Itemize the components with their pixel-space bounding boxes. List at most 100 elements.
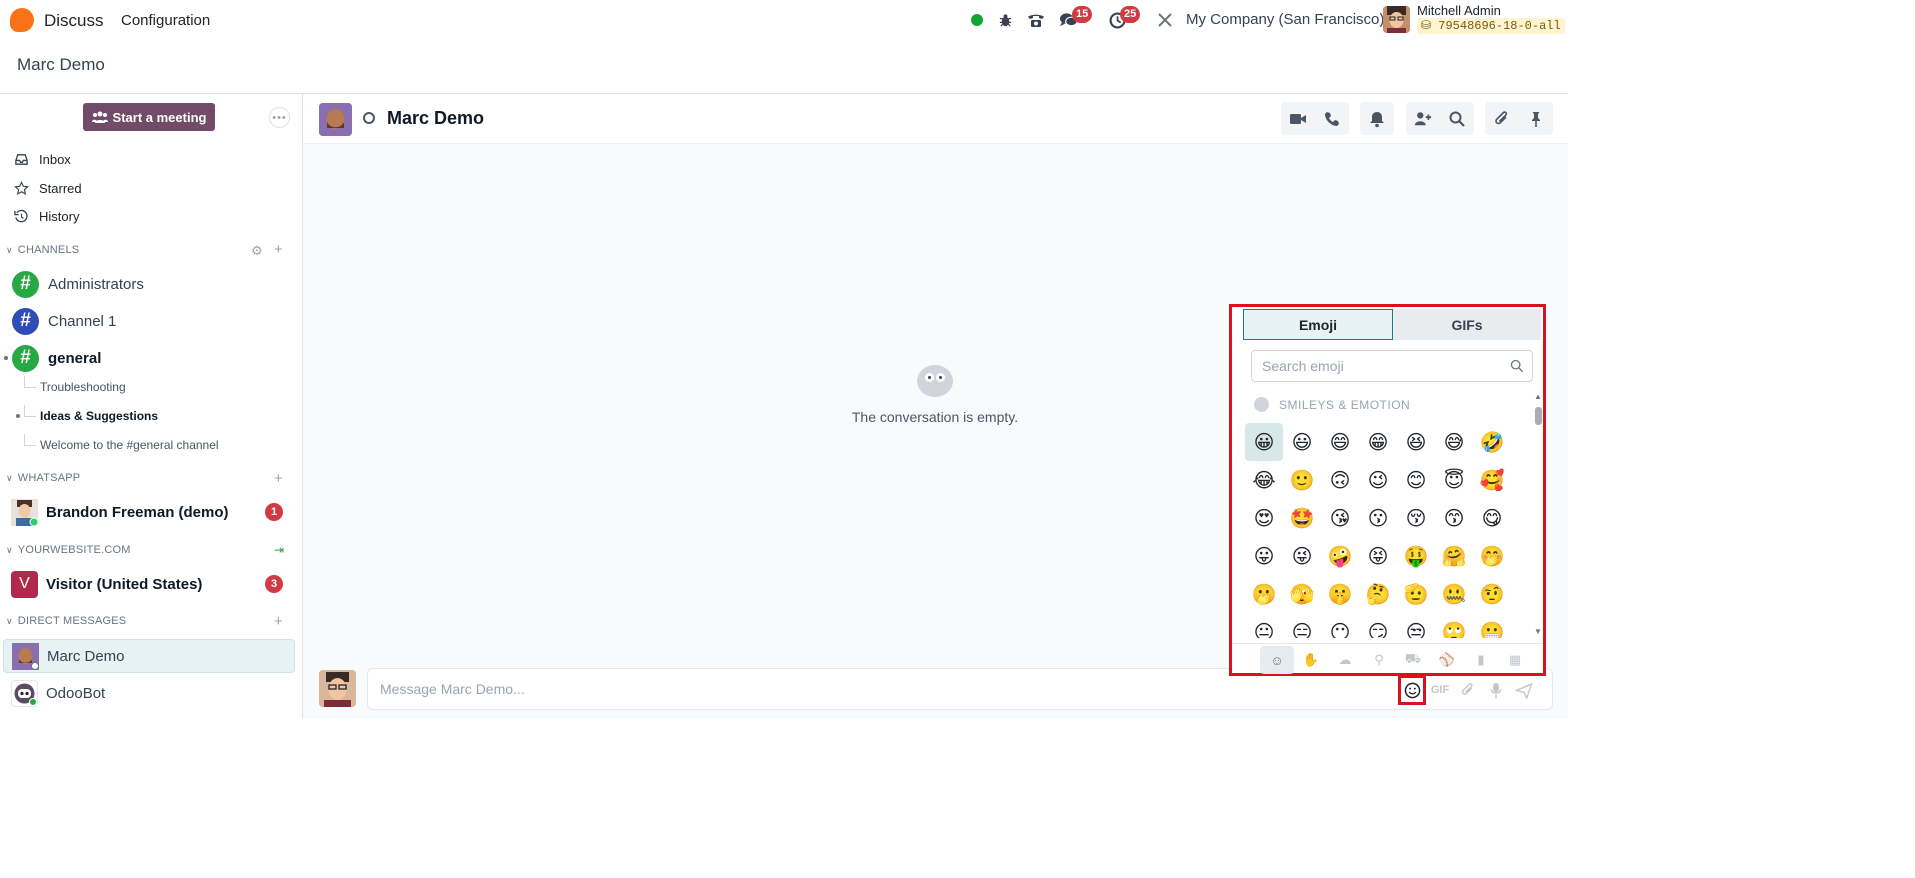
sidebar-item-starred[interactable]: Starred bbox=[14, 176, 82, 200]
add-channel-icon[interactable]: + bbox=[274, 242, 283, 257]
emoji-cell[interactable]: 😄 bbox=[1321, 423, 1359, 461]
emoji-cell[interactable]: 😍 bbox=[1245, 499, 1283, 537]
phone-voip-icon[interactable] bbox=[1024, 0, 1048, 40]
whatsapp-contact-brandon[interactable]: Brandon Freeman (demo) 1 bbox=[3, 495, 295, 529]
emoji-cell[interactable]: 🙄 bbox=[1435, 613, 1473, 638]
company-switcher[interactable]: My Company (San Francisco) bbox=[1186, 11, 1384, 28]
start-meeting-button[interactable]: Start a meeting bbox=[83, 103, 215, 131]
app-name[interactable]: Discuss bbox=[44, 11, 104, 31]
category-people-icon[interactable]: ✋ bbox=[1294, 646, 1328, 674]
notification-settings-button[interactable] bbox=[1360, 102, 1394, 135]
emoji-button[interactable] bbox=[1398, 675, 1426, 705]
emoji-cell[interactable]: 😑 bbox=[1283, 613, 1321, 638]
emoji-cell[interactable]: 🤑 bbox=[1397, 537, 1435, 575]
emoji-cell[interactable]: 🙃 bbox=[1321, 461, 1359, 499]
pinned-messages-button[interactable] bbox=[1519, 102, 1553, 135]
category-travel-icon[interactable]: ⛟ bbox=[1396, 646, 1430, 674]
scroll-up-icon[interactable]: ▲ bbox=[1534, 392, 1542, 401]
sub-channel-ideas[interactable]: Ideas & Suggestions bbox=[24, 405, 158, 427]
attachments-button[interactable] bbox=[1485, 102, 1519, 135]
send-button[interactable] bbox=[1510, 675, 1538, 705]
gif-button[interactable]: GIF bbox=[1426, 675, 1454, 705]
emoji-cell[interactable]: 🙂 bbox=[1283, 461, 1321, 499]
channel-administrators[interactable]: # Administrators bbox=[12, 270, 144, 298]
emoji-cell[interactable]: 🤣 bbox=[1473, 423, 1511, 461]
join-livechat-icon[interactable]: ⇥ bbox=[274, 543, 284, 558]
tab-emoji[interactable]: Emoji bbox=[1243, 309, 1393, 340]
emoji-cell[interactable]: 😙 bbox=[1435, 499, 1473, 537]
emoji-cell[interactable]: 🤗 bbox=[1435, 537, 1473, 575]
discuss-logo-icon[interactable] bbox=[10, 8, 34, 32]
add-direct-message-icon[interactable]: + bbox=[274, 614, 283, 629]
emoji-cell[interactable]: 😅 bbox=[1435, 423, 1473, 461]
emoji-cell[interactable]: 😶 bbox=[1321, 613, 1359, 638]
emoji-cell[interactable]: 😆 bbox=[1397, 423, 1435, 461]
emoji-cell[interactable]: 😘 bbox=[1321, 499, 1359, 537]
add-users-button[interactable] bbox=[1406, 102, 1440, 135]
category-smileys-icon[interactable]: ☺ bbox=[1260, 646, 1294, 674]
emoji-cell[interactable]: 🤩 bbox=[1283, 499, 1321, 537]
sub-channel-welcome[interactable]: Welcome to the #general channel bbox=[24, 434, 219, 456]
emoji-cell[interactable]: 😝 bbox=[1359, 537, 1397, 575]
emoji-cell[interactable]: 🫡 bbox=[1397, 575, 1435, 613]
emoji-cell[interactable]: 😋 bbox=[1473, 499, 1511, 537]
user-avatar[interactable] bbox=[1383, 6, 1410, 33]
video-call-button[interactable] bbox=[1281, 102, 1315, 135]
category-symbols-icon[interactable]: ▦ bbox=[1498, 646, 1532, 674]
emoji-cell[interactable]: 🫢 bbox=[1245, 575, 1283, 613]
channel-general[interactable]: # general bbox=[12, 344, 101, 372]
add-whatsapp-icon[interactable]: + bbox=[274, 471, 283, 486]
emoji-cell[interactable]: 😁 bbox=[1359, 423, 1397, 461]
channel-channel-1[interactable]: # Channel 1 bbox=[12, 307, 116, 335]
scrollbar-thumb[interactable] bbox=[1535, 407, 1542, 425]
emoji-cell[interactable]: 😐 bbox=[1245, 613, 1283, 638]
section-website[interactable]: ∨ YOURWEBSITE.COM bbox=[6, 541, 131, 559]
emoji-cell[interactable]: 😛 bbox=[1245, 537, 1283, 575]
channel-settings-icon[interactable]: ⚙ bbox=[251, 243, 263, 258]
emoji-cell[interactable]: 😏 bbox=[1359, 613, 1397, 638]
presence-status-icon[interactable] bbox=[970, 0, 984, 40]
thread-name[interactable]: Marc Demo bbox=[387, 108, 484, 129]
emoji-cell[interactable]: 😗 bbox=[1359, 499, 1397, 537]
more-options-button[interactable]: ••• bbox=[269, 107, 290, 128]
emoji-cell[interactable]: 🤔 bbox=[1359, 575, 1397, 613]
emoji-cell[interactable]: 😃 bbox=[1283, 423, 1321, 461]
section-direct-messages[interactable]: ∨ DIRECT MESSAGES bbox=[6, 612, 126, 630]
dm-marc-demo[interactable]: Marc Demo bbox=[3, 639, 295, 673]
tab-gifs[interactable]: GIFs bbox=[1393, 309, 1541, 340]
search-messages-button[interactable] bbox=[1440, 102, 1474, 135]
section-whatsapp[interactable]: ∨ WHATSAPP bbox=[6, 469, 80, 487]
emoji-cell[interactable]: 😉 bbox=[1359, 461, 1397, 499]
emoji-cell[interactable]: 😀 bbox=[1245, 423, 1283, 461]
emoji-cell[interactable]: 😊 bbox=[1397, 461, 1435, 499]
emoji-cell[interactable]: 🤪 bbox=[1321, 537, 1359, 575]
sidebar-item-history[interactable]: History bbox=[14, 204, 79, 228]
attach-file-button[interactable] bbox=[1454, 675, 1482, 705]
livechat-visitor[interactable]: V Visitor (United States) 3 bbox=[3, 567, 295, 601]
category-food-icon[interactable]: ⚲ bbox=[1362, 646, 1396, 674]
section-channels[interactable]: ∨ CHANNELS bbox=[6, 241, 79, 259]
emoji-cell[interactable]: 🤨 bbox=[1473, 575, 1511, 613]
debug-bug-icon[interactable] bbox=[994, 0, 1016, 40]
emoji-search-input[interactable] bbox=[1252, 351, 1492, 381]
dm-odoobot[interactable]: OdooBot bbox=[3, 676, 295, 710]
emoji-cell[interactable]: 🫣 bbox=[1283, 575, 1321, 613]
voice-call-button[interactable] bbox=[1315, 102, 1349, 135]
emoji-cell[interactable]: 😇 bbox=[1435, 461, 1473, 499]
sub-channel-troubleshooting[interactable]: Troubleshooting bbox=[24, 376, 126, 398]
category-animals-icon[interactable]: ☁ bbox=[1328, 646, 1362, 674]
emoji-cell[interactable]: 🤐 bbox=[1435, 575, 1473, 613]
menu-configuration[interactable]: Configuration bbox=[121, 12, 210, 29]
emoji-cell[interactable]: 😬 bbox=[1473, 613, 1511, 638]
scroll-down-icon[interactable]: ▼ bbox=[1534, 627, 1542, 636]
user-name[interactable]: Mitchell Admin bbox=[1417, 3, 1501, 18]
emoji-cell[interactable]: 😂 bbox=[1245, 461, 1283, 499]
tools-icon[interactable] bbox=[1154, 0, 1176, 40]
category-objects-icon[interactable]: ▮ bbox=[1464, 646, 1498, 674]
emoji-cell[interactable]: 😜 bbox=[1283, 537, 1321, 575]
category-activities-icon[interactable]: ⚾ bbox=[1430, 646, 1464, 674]
sidebar-item-inbox[interactable]: Inbox bbox=[14, 147, 71, 171]
emoji-cell[interactable]: 🤭 bbox=[1473, 537, 1511, 575]
emoji-cell[interactable]: 🤫 bbox=[1321, 575, 1359, 613]
emoji-cell[interactable]: 😚 bbox=[1397, 499, 1435, 537]
